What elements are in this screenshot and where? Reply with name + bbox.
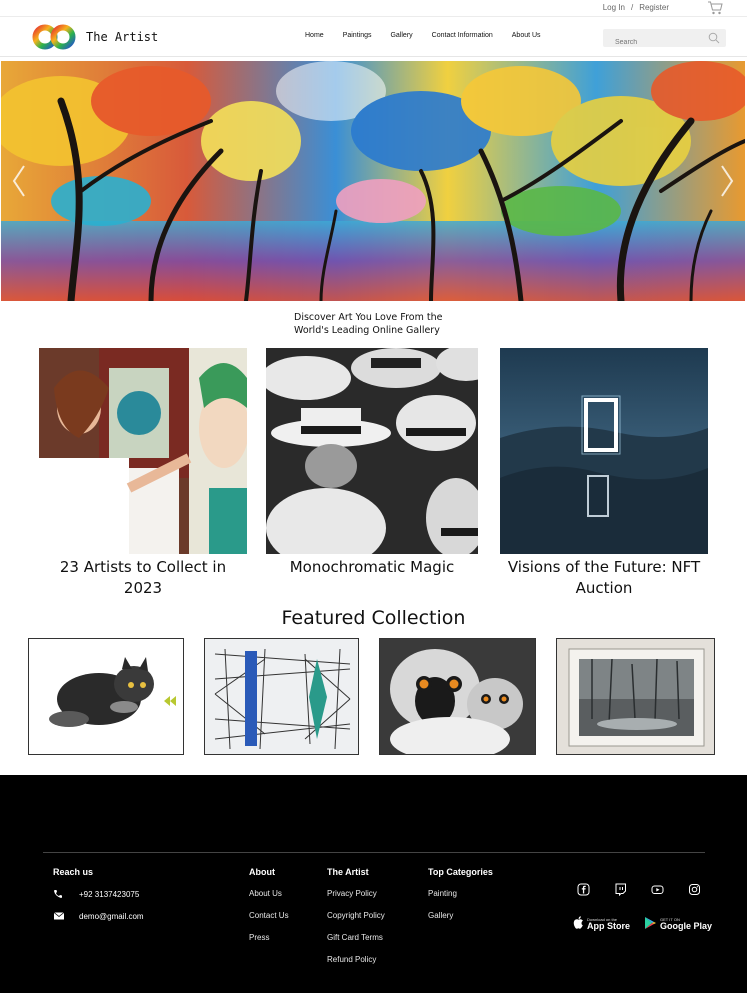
brand-name[interactable]: The Artist	[86, 30, 158, 44]
search-icon[interactable]	[708, 32, 720, 44]
nav-about[interactable]: About Us	[512, 32, 541, 39]
mail-icon	[53, 912, 65, 920]
hero-next-arrow[interactable]	[717, 161, 737, 201]
auth-separator: /	[630, 3, 634, 12]
auth-links: Log In / Register	[600, 3, 672, 12]
login-link[interactable]: Log In	[603, 3, 625, 12]
footer-about: About About Us Contact Us Press	[249, 867, 289, 955]
phone-icon	[54, 890, 62, 898]
register-link[interactable]: Register	[639, 3, 669, 12]
top-categories-heading: Top Categories	[428, 867, 493, 877]
apple-icon	[573, 916, 583, 929]
google-play-big-text: Google Play	[660, 921, 713, 931]
google-play-icon	[645, 917, 657, 929]
hero-painting	[1, 61, 745, 301]
card-caption[interactable]: 23 Artists to Collect in 2023	[39, 557, 247, 599]
footer: Reach us +92 3137423075 demo@gmail.com A…	[0, 775, 747, 993]
card-image-hats[interactable]	[266, 348, 478, 554]
nav-home[interactable]: Home	[305, 32, 324, 39]
logo-icon[interactable]	[32, 24, 76, 50]
footer-link-gift-card[interactable]: Gift Card Terms	[327, 933, 385, 942]
feature-card-artists[interactable]: 23 Artists to Collect in 2023	[39, 348, 247, 599]
footer-link-contact-us[interactable]: Contact Us	[249, 911, 289, 920]
about-heading: About	[249, 867, 275, 877]
tagline: Discover Art You Love From the World's L…	[294, 311, 494, 337]
card-caption[interactable]: Visions of the Future: NFT Auction	[500, 557, 708, 599]
footer-link-press[interactable]: Press	[249, 933, 289, 942]
social-links	[577, 883, 701, 896]
google-play-badge[interactable]: GET IT ON Google Play	[644, 914, 712, 932]
tagline-line-2: World's Leading Online Gallery	[294, 325, 440, 336]
feature-card-monochrome[interactable]: Monochromatic Magic	[266, 348, 478, 578]
card-image-artist-painting[interactable]	[39, 348, 247, 554]
email-row[interactable]: demo@gmail.com	[53, 911, 144, 921]
feature-card-nft[interactable]: Visions of the Future: NFT Auction	[500, 348, 708, 599]
featured-collection-title: Featured Collection	[281, 607, 466, 629]
nav-gallery[interactable]: Gallery	[390, 32, 412, 39]
app-store-badge[interactable]: Download on the App Store	[572, 914, 630, 932]
nav-contact[interactable]: Contact Information	[432, 32, 493, 39]
top-utility-bar: Log In / Register	[0, 0, 747, 17]
search-input[interactable]	[603, 33, 703, 52]
featured-thumb-abstract[interactable]	[204, 638, 359, 755]
footer-divider	[43, 852, 705, 853]
main-header: The Artist Home Paintings Gallery Contac…	[0, 17, 747, 57]
footer-link-about-us[interactable]: About Us	[249, 889, 289, 898]
twitch-icon[interactable]	[614, 883, 627, 896]
footer-link-painting[interactable]: Painting	[428, 889, 493, 898]
hero-banner	[1, 61, 745, 301]
card-image-portal[interactable]	[500, 348, 708, 554]
footer-link-copyright[interactable]: Copyright Policy	[327, 911, 385, 920]
app-store-badges: Download on the App Store GET IT ON Goog…	[572, 914, 712, 932]
nav-paintings[interactable]: Paintings	[343, 32, 372, 39]
email-address[interactable]: demo@gmail.com	[79, 912, 144, 921]
featured-thumb-framed-landscape[interactable]	[556, 638, 715, 755]
footer-reach-us: Reach us +92 3137423075 demo@gmail.com	[53, 867, 144, 933]
cart-icon[interactable]	[707, 1, 723, 15]
footer-top-categories: Top Categories Painting Gallery	[428, 867, 493, 933]
phone-row[interactable]: +92 3137423075	[53, 889, 144, 899]
app-store-big-text: App Store	[587, 921, 631, 931]
main-nav: Home Paintings Gallery Contact Informati…	[305, 32, 560, 39]
instagram-icon[interactable]	[688, 883, 701, 896]
search-box	[603, 29, 726, 52]
card-caption[interactable]: Monochromatic Magic	[266, 557, 478, 578]
footer-link-privacy[interactable]: Privacy Policy	[327, 889, 385, 898]
facebook-icon[interactable]	[577, 883, 590, 896]
reach-us-heading: Reach us	[53, 867, 94, 877]
footer-the-artist: The Artist Privacy Policy Copyright Poli…	[327, 867, 385, 977]
phone-number[interactable]: +92 3137423075	[79, 890, 139, 899]
featured-thumb-kitten[interactable]	[28, 638, 184, 755]
the-artist-heading: The Artist	[327, 867, 369, 877]
tagline-line-1: Discover Art You Love From the	[294, 312, 443, 323]
hero-prev-arrow[interactable]	[9, 161, 29, 201]
youtube-icon[interactable]	[651, 883, 664, 896]
footer-link-gallery[interactable]: Gallery	[428, 911, 493, 920]
footer-link-refund[interactable]: Refund Policy	[327, 955, 385, 964]
featured-thumb-lemurs[interactable]	[379, 638, 536, 755]
